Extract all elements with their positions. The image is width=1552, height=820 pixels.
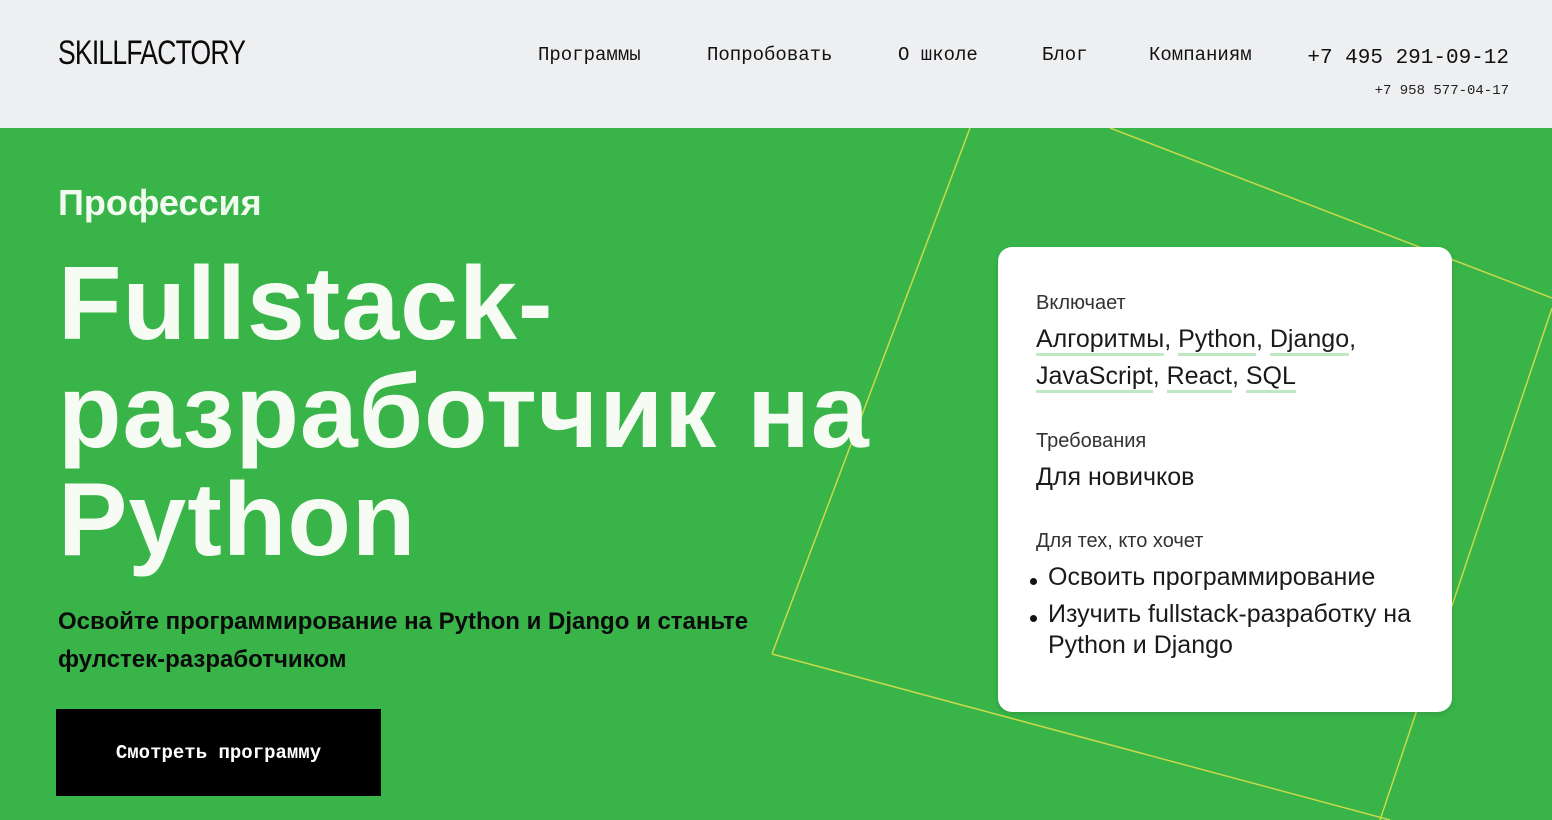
list-item: Изучить fullstack-разработку на Python и… — [1030, 599, 1436, 661]
includes-label: Включает — [1036, 292, 1126, 314]
nav-item-blog[interactable]: Блог — [1042, 44, 1088, 66]
logo[interactable]: SkillFactory — [58, 34, 246, 73]
title-line-3: Python — [58, 462, 417, 578]
profession-kicker: Профессия — [58, 182, 262, 223]
phone-main[interactable]: +7 495 291-09-12 — [1307, 47, 1509, 70]
nav-item-try[interactable]: Попробовать — [707, 44, 832, 66]
includes-list: Алгоритмы, Python, Django, JavaScript, R… — [1036, 321, 1426, 395]
course-info-card: Включает Алгоритмы, Python, Django, Java… — [998, 247, 1452, 712]
tech-tag: JavaScript — [1036, 362, 1153, 393]
requirements-label: Требования — [1036, 430, 1147, 452]
hero-subtitle: Освойте программирование на Python и Dja… — [58, 608, 749, 673]
audience-item-text: Изучить fullstack-разработку на Python и… — [1048, 600, 1411, 659]
bullet-dot-icon — [1030, 578, 1037, 585]
phone-secondary[interactable]: +7 958 577-04-17 — [1375, 83, 1509, 99]
page-title: Fullstack- разработчик на Python — [58, 250, 958, 574]
tech-tag: React — [1166, 362, 1232, 393]
audience-label: Для тех, кто хочет — [1036, 530, 1204, 552]
bullet-dot-icon — [1030, 615, 1037, 622]
title-line-1: Fullstack- — [58, 246, 554, 362]
tech-tag: SQL — [1245, 362, 1296, 393]
nav-item-companies[interactable]: Компаниям — [1149, 44, 1252, 66]
nav-item-about[interactable]: О школе — [898, 44, 978, 66]
title-line-2: разработчик на — [58, 354, 870, 470]
tech-tag: Алгоритмы — [1036, 325, 1165, 356]
nav-item-programs[interactable]: Программы — [538, 44, 641, 66]
list-item: Освоить программирование — [1030, 562, 1436, 593]
requirements-value: Для новичков — [1036, 463, 1195, 491]
view-program-button[interactable]: Смотреть программу — [56, 709, 381, 796]
audience-list: Освоить программирование Изучить fullsta… — [1030, 562, 1436, 667]
site-header: SkillFactory Программы Попробовать О шко… — [0, 0, 1552, 128]
tech-tag: Python — [1178, 325, 1256, 356]
tech-tag: Django — [1269, 325, 1350, 356]
audience-item-text: Освоить программирование — [1048, 563, 1376, 591]
